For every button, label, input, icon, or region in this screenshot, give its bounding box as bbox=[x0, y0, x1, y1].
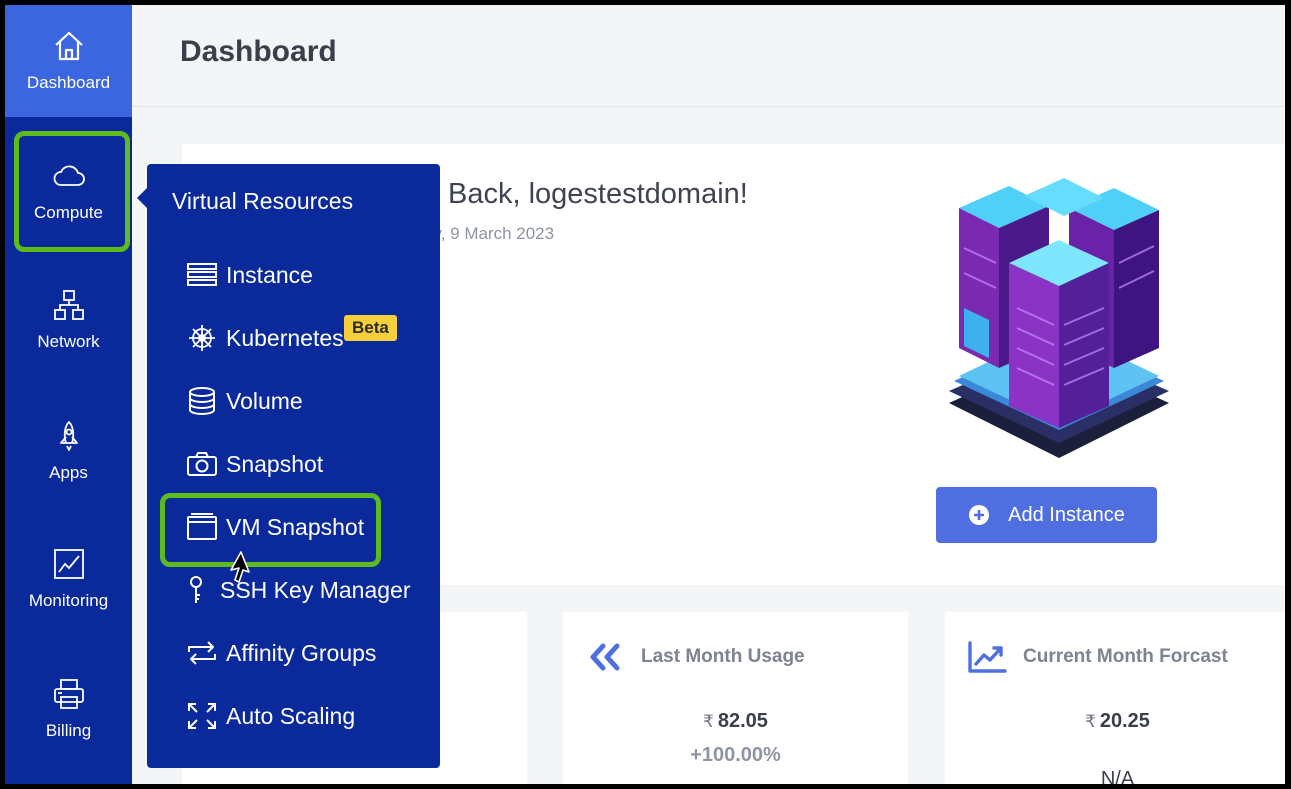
rocket-icon bbox=[59, 421, 78, 451]
sidebar-item-network[interactable]: Network bbox=[5, 264, 132, 376]
stat-head: Last Month Usage bbox=[585, 640, 805, 674]
app-window: Dashboard Compute Network Apps Monitorin… bbox=[5, 5, 1285, 784]
swap-icon bbox=[188, 641, 216, 665]
menu-item-label: Instance bbox=[226, 261, 313, 288]
list-icon bbox=[187, 263, 217, 286]
stat-amount: 82.05 bbox=[717, 710, 768, 732]
sidebar-item-label: Compute bbox=[34, 203, 103, 222]
menu-item-label: Affinity Groups bbox=[226, 639, 377, 666]
menu-item-label: Snapshot bbox=[226, 450, 324, 477]
sidebar-item-label: Apps bbox=[49, 463, 88, 482]
sidebar: Dashboard Compute Network Apps Monitorin… bbox=[5, 5, 132, 784]
menu-item-affinity-groups[interactable]: Affinity Groups bbox=[186, 633, 376, 673]
sidebar-item-apps[interactable]: Apps bbox=[5, 395, 132, 507]
add-instance-label: Add Instance bbox=[1008, 503, 1125, 526]
menu-item-auto-scaling[interactable]: Auto Scaling bbox=[186, 696, 355, 736]
chart-icon bbox=[53, 549, 84, 579]
stat-card-last-month: Last Month Usage ₹82.05 +100.00% bbox=[563, 612, 908, 784]
stat-note: N/A bbox=[1100, 768, 1135, 784]
stat-value: ₹82.05 bbox=[563, 710, 908, 733]
stat-card-forecast: Current Month Forcast ₹20.25 N/A bbox=[945, 612, 1285, 784]
menu-item-instance[interactable]: Instance bbox=[186, 255, 313, 295]
sidebar-item-monitoring[interactable]: Monitoring bbox=[5, 523, 132, 635]
compute-flyout-menu: Virtual Resources Instance Kubernetes Be… bbox=[147, 164, 440, 768]
cloud-icon bbox=[53, 165, 85, 186]
flyout-title: Virtual Resources bbox=[172, 188, 354, 214]
plus-circle-icon bbox=[969, 505, 990, 525]
menu-item-label: Volume bbox=[226, 387, 303, 414]
flyout-arrow bbox=[137, 188, 147, 208]
sidebar-item-label: Monitoring bbox=[28, 591, 109, 610]
stat-head: Current Month Forcast bbox=[967, 640, 1228, 674]
mouse-cursor-icon bbox=[230, 551, 250, 583]
currency-symbol: ₹ bbox=[1085, 712, 1096, 731]
add-instance-button[interactable]: Add Instance bbox=[936, 487, 1157, 543]
sidebar-item-billing[interactable]: Billing bbox=[5, 653, 132, 765]
trend-up-icon bbox=[968, 641, 1007, 673]
menu-item-volume[interactable]: Volume bbox=[186, 381, 303, 421]
currency-symbol: ₹ bbox=[703, 712, 714, 731]
menu-item-snapshot[interactable]: Snapshot bbox=[186, 444, 323, 484]
sidebar-item-compute[interactable]: Compute bbox=[5, 135, 132, 247]
network-icon bbox=[53, 290, 84, 320]
window-icon bbox=[187, 513, 217, 540]
menu-item-label: Auto Scaling bbox=[226, 702, 356, 729]
camera-icon bbox=[187, 452, 217, 476]
menu-item-ssh-key-manager[interactable]: SSH Key Manager bbox=[180, 570, 410, 610]
sidebar-item-dashboard[interactable]: Dashboard bbox=[5, 5, 132, 117]
key-icon bbox=[190, 576, 202, 603]
menu-item-label: Kubernetes bbox=[226, 324, 344, 351]
stat-value: ₹20.25 bbox=[945, 710, 1285, 733]
stat-title: Current Month Forcast bbox=[1023, 646, 1228, 667]
sidebar-item-label: Dashboard bbox=[26, 73, 111, 92]
beta-badge: Beta bbox=[344, 315, 397, 341]
server-illustration bbox=[949, 178, 1169, 458]
page-header: Dashboard bbox=[132, 5, 1285, 107]
database-icon bbox=[189, 387, 215, 415]
stat-amount: 20.25 bbox=[1099, 710, 1150, 732]
expand-icon bbox=[188, 703, 216, 729]
printer-icon bbox=[53, 679, 84, 709]
welcome-date: ay, 9 March 2023 bbox=[424, 224, 555, 243]
stat-title: Last Month Usage bbox=[641, 646, 805, 667]
home-icon bbox=[54, 31, 83, 61]
sidebar-item-label: Billing bbox=[45, 721, 92, 740]
double-chevron-left-icon bbox=[590, 643, 620, 671]
menu-item-vm-snapshot[interactable]: VM Snapshot bbox=[186, 507, 364, 547]
sidebar-item-label: Network bbox=[37, 332, 100, 351]
page-title: Dashboard bbox=[180, 35, 337, 68]
stat-change: +100.00% bbox=[690, 744, 781, 766]
menu-item-kubernetes[interactable]: Kubernetes bbox=[186, 318, 344, 358]
menu-item-label: VM Snapshot bbox=[226, 513, 365, 540]
helm-icon bbox=[189, 325, 215, 351]
